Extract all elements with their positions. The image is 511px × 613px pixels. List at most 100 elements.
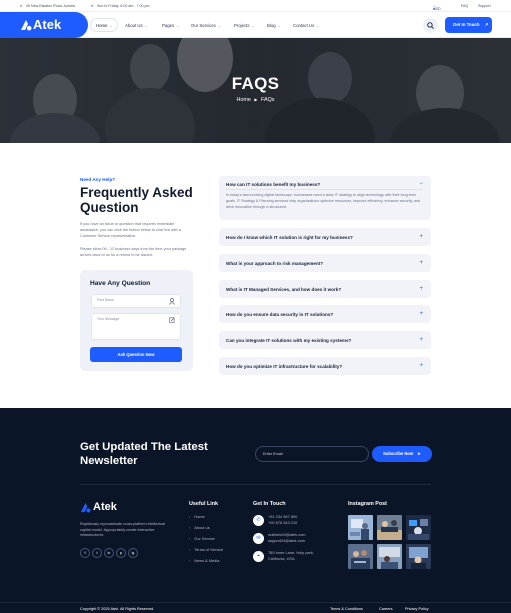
address-text: 45 New Eskaton Road, Austria [26,3,75,8]
breadcrumb-home-link[interactable]: Home [237,97,251,103]
faq-item[interactable]: How do I know which IT solution is right… [219,228,431,246]
message-field[interactable]: Your Message [91,313,181,340]
chevron-right-icon: › [189,547,191,552]
instagram-post[interactable] [406,544,431,569]
nav-contact[interactable]: Contact Us ⌄ [293,23,319,28]
faq-item[interactable]: What is your approach to risk management… [219,254,431,272]
minus-icon[interactable]: − [419,181,423,187]
footer-link-service[interactable]: › Our Service [189,536,215,541]
plus-icon[interactable]: + [419,337,423,343]
faq-answer: In today's fast-evolving digital landsca… [226,193,421,209]
breadcrumb: Home ▶ FAQs [0,97,511,103]
nav-services[interactable]: Our Services ⌄ [191,23,221,28]
faq-question[interactable]: How do you ensure data security in IT so… [226,312,333,317]
edit-icon [169,317,175,323]
copyright-text: Copyright © 2025 Atek. All Rights Reserv… [80,607,155,611]
get-in-touch-button[interactable]: Get In Touch ↗ [445,17,492,33]
topbar-faq-link[interactable]: FAQ [461,4,468,8]
nav-projects[interactable]: Projects ⌄ [234,23,255,28]
search-icon [427,22,434,29]
plus-icon[interactable]: + [419,286,423,292]
footer-bottom-bar [0,602,511,613]
nav-pages[interactable]: Pages ⌄ [162,23,179,28]
plus-icon[interactable]: + [419,363,423,369]
logo-text: Atek [33,17,62,32]
nav-about[interactable]: About Us ⌄ [125,23,148,28]
phone-2[interactable]: +00 876 543 210 [268,520,297,526]
user-icon [169,298,175,305]
email-2[interactable]: support24@atek.com [268,538,305,544]
plus-icon[interactable]: + [419,311,423,317]
instagram-post[interactable] [348,515,373,540]
linkedin-icon[interactable]: in [104,548,114,558]
section-heading: Frequently Asked Question [80,185,193,215]
faq-question[interactable]: How can IT solutions benefit my business… [226,182,320,187]
faq-question[interactable]: How do I know which IT solution is right… [226,235,353,240]
top-bar: ● 45 New Eskaton Road, Austria ● Sun to … [0,0,511,12]
section-eyebrow: Need Any Help? [80,177,116,182]
newsletter-email-input[interactable]: Enter Email [255,446,369,462]
email-icon: ✉ [253,533,264,544]
faq-question[interactable]: Can you integrate IT solutions with my e… [226,338,351,343]
pinterest-icon[interactable]: p [116,548,126,558]
footer-link-about[interactable]: › About us [189,525,210,530]
footer-logo[interactable]: Atek [93,501,117,513]
intro-paragraph: If you have an issue or question that re… [80,222,181,238]
question-form-title: Have Any Question [90,280,151,287]
chevron-down-icon: ⌄ [277,24,281,28]
chevron-down-icon: ⌄ [144,24,148,28]
footer-link-news[interactable]: › News & Media [189,558,219,563]
faq-divider [226,188,423,190]
footer-about: Rapidiously myocardinate cross-platform … [80,522,166,538]
plus-icon[interactable]: + [419,260,423,266]
faq-question[interactable]: How do you optimize IT infrastructure fo… [226,364,342,369]
terms-link[interactable]: Terms & Conditions [330,607,363,611]
currency-select[interactable]: ● USD ⌄ [433,4,441,12]
instagram-post[interactable] [377,515,402,540]
logo[interactable]: Atek [0,12,88,38]
location-pin-icon: ⌖ [253,551,264,562]
get-in-touch-title: Get In Touch [253,501,286,507]
careers-link[interactable]: Careers [379,607,393,611]
ask-question-button[interactable]: Ask Question Now [90,347,182,362]
instagram-post[interactable] [377,544,402,569]
refund-paragraph: Please allow 06 - 12 business days from … [80,247,187,257]
address-line-2: California, USA [268,556,295,561]
twitter-icon[interactable]: t [92,548,102,558]
faq-question[interactable]: What is IT Managed Services, and how doe… [226,287,341,292]
faq-item[interactable]: What is IT Managed Services, and how doe… [219,280,431,298]
first-name-field[interactable]: First Name [91,294,181,308]
footer-link-terms[interactable]: › Terms of Service [189,547,223,552]
chevron-down-icon: ⌄ [251,24,255,28]
footer-link-home[interactable]: › Home [189,514,205,519]
faq-question[interactable]: What is your approach to risk management… [226,261,323,266]
faq-item[interactable]: Can you integrate IT solutions with my e… [219,331,431,349]
instagram-title: Instagram Post [348,501,387,507]
chevron-right-icon: › [189,558,191,563]
privacy-link[interactable]: Privacy Policy [405,607,429,611]
chevron-right-icon: › [189,536,191,541]
nav-blog[interactable]: Blog ⌄ [267,23,281,28]
faq-item[interactable]: How do you ensure data security in IT so… [219,305,431,323]
instagram-icon[interactable]: ig [128,548,138,558]
chevron-down-icon: ⌄ [176,24,180,28]
search-button[interactable] [423,18,438,33]
footer-divider [80,484,431,485]
logo-mark-icon [21,20,32,31]
hours-text: Sun to Friday: 8.00 am - 7.00 pm [97,3,150,8]
chevron-down-icon: ⌄ [217,24,221,28]
faq-item-open: How can IT solutions benefit my business… [219,176,431,220]
chevron-down-icon: ⌄ [109,24,113,28]
chevron-right-icon: › [189,525,191,530]
topbar-support-link[interactable]: Support [478,4,491,8]
nav-home[interactable]: Home ⌄ [96,23,112,28]
newsletter-title: Get Updated The Latest Newsletter [80,441,208,467]
plus-icon[interactable]: + [419,234,423,240]
faq-item[interactable]: How do you optimize IT infrastructure fo… [219,357,431,375]
breadcrumb-separator-icon: ▶ [254,97,258,102]
instagram-post[interactable] [348,544,373,569]
chevron-down-icon: ⌄ [316,24,320,28]
subscribe-button[interactable]: Subscribe Now ➤ [372,446,432,462]
facebook-icon[interactable]: f [80,548,90,558]
instagram-post[interactable] [406,515,431,540]
